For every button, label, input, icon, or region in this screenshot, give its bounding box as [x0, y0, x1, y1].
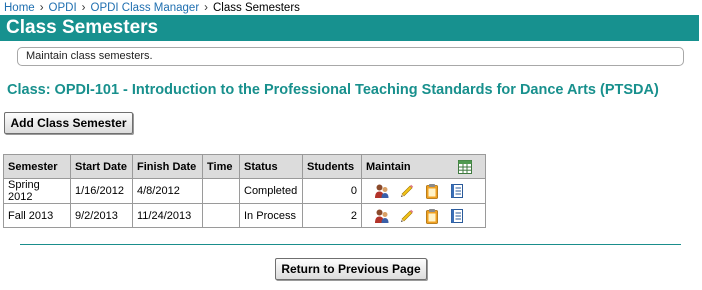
clipboard-icon[interactable] — [424, 208, 440, 224]
cell-students: 2 — [302, 203, 362, 228]
column-header-finish-date: Finish Date — [132, 154, 203, 179]
add-class-semester-button[interactable]: Add Class Semester — [4, 112, 133, 134]
cell-start-date: 9/2/2013 — [70, 203, 133, 228]
column-header-semester: Semester — [3, 154, 71, 179]
breadcrumb-link-opdi[interactable]: OPDI — [49, 2, 77, 14]
edit-pencil-icon[interactable] — [399, 208, 415, 224]
column-header-students: Students — [302, 154, 362, 179]
cell-finish-date: 4/8/2012 — [132, 178, 203, 204]
spreadsheet-icon[interactable] — [457, 159, 473, 178]
students-icon[interactable] — [374, 208, 390, 224]
cell-maintain — [361, 203, 486, 228]
table-row: Spring 2012 1/16/2012 4/8/2012 Completed… — [3, 178, 486, 204]
cell-start-date: 1/16/2012 — [70, 178, 133, 204]
cell-semester: Fall 2013 — [3, 203, 71, 228]
breadcrumb-separator: › — [81, 2, 86, 14]
breadcrumb: Home › OPDI › OPDI Class Manager › Class Semes… — [4, 1, 300, 15]
column-header-status: Status — [239, 154, 303, 179]
section-divider — [20, 244, 681, 245]
breadcrumb-current: Class Semesters — [213, 2, 300, 14]
breadcrumb-link-home[interactable]: Home — [4, 2, 35, 14]
column-header-maintain: Maintain — [361, 154, 486, 179]
cell-status: Completed — [239, 178, 303, 204]
column-header-time: Time — [202, 154, 240, 179]
semesters-table: Semester Start Date Finish Date Time Sta… — [3, 154, 486, 228]
cell-time — [202, 203, 240, 228]
page-title: Class Semesters — [0, 15, 699, 41]
roster-icon[interactable] — [449, 208, 465, 224]
cell-students: 0 — [302, 178, 362, 204]
page-description: Maintain class semesters. — [17, 47, 684, 66]
return-to-previous-page-button[interactable]: Return to Previous Page — [275, 258, 427, 280]
cell-maintain — [361, 178, 486, 204]
roster-icon[interactable] — [449, 183, 465, 199]
table-row: Fall 2013 9/2/2013 11/24/2013 In Process… — [3, 203, 486, 228]
cell-semester: Spring 2012 — [3, 178, 71, 204]
table-header-row: Semester Start Date Finish Date Time Sta… — [3, 154, 486, 179]
students-icon[interactable] — [374, 183, 390, 199]
breadcrumb-separator: › — [204, 2, 208, 14]
column-header-maintain-label: Maintain — [366, 160, 411, 173]
breadcrumb-separator: › — [39, 2, 44, 14]
cell-time — [202, 178, 240, 204]
cell-status: In Process — [239, 203, 303, 228]
cell-finish-date: 11/24/2013 — [132, 203, 203, 228]
column-header-start-date: Start Date — [70, 154, 133, 179]
breadcrumb-link-class-manager[interactable]: OPDI Class Manager — [91, 2, 200, 14]
class-heading: Class: OPDI-101 - Introduction to the Pr… — [7, 82, 659, 98]
clipboard-icon[interactable] — [424, 183, 440, 199]
edit-pencil-icon[interactable] — [399, 183, 415, 199]
